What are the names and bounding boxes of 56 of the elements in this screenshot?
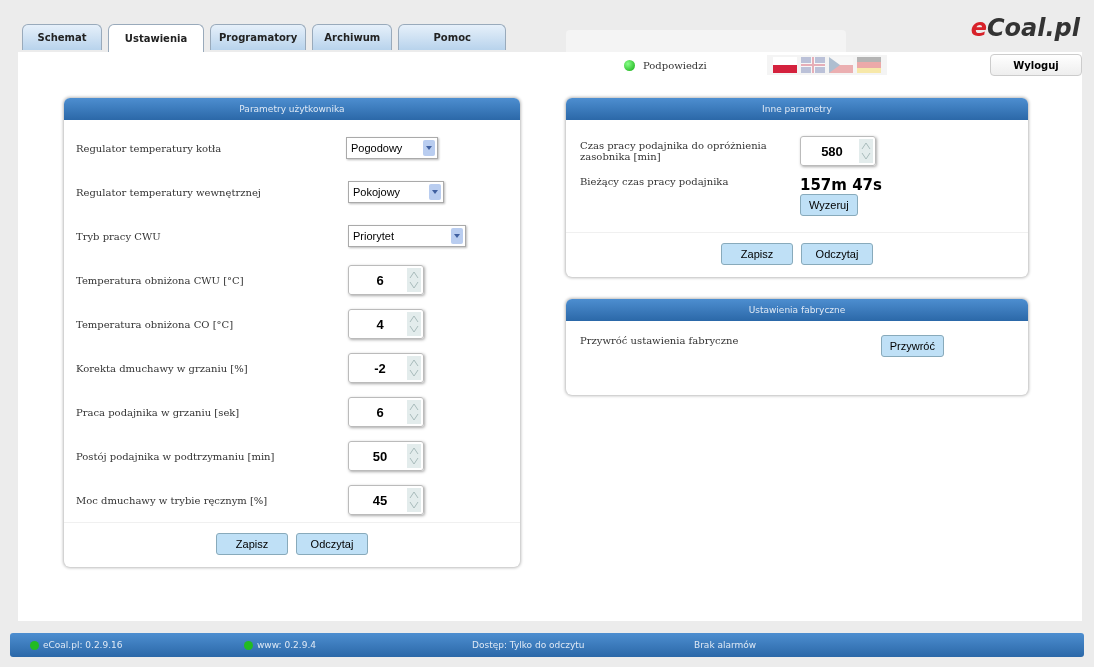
field-label: Bieżący czas pracy podajnika bbox=[580, 176, 730, 187]
number-field[interactable]: -2 bbox=[348, 353, 424, 383]
reset-button[interactable]: Wyzeruj bbox=[800, 194, 858, 216]
number-field[interactable]: 45 bbox=[348, 485, 424, 515]
number-field[interactable]: 6 bbox=[348, 397, 424, 427]
status-text: Brak alarmów bbox=[694, 640, 757, 650]
caret-icon bbox=[423, 140, 435, 156]
status-text: eCoal.pl: 0.2.9.16 bbox=[43, 640, 123, 650]
hints-label: Podpowiedzi bbox=[643, 59, 707, 71]
panel-title: Parametry użytkownika bbox=[64, 98, 520, 120]
spinner-arrows-icon bbox=[407, 268, 421, 292]
field-label: Moc dmuchawy w trybie ręcznym [%] bbox=[76, 494, 269, 506]
panel-button[interactable]: Odczytaj bbox=[296, 533, 368, 555]
status-dot-icon[interactable] bbox=[624, 59, 635, 71]
spinner-arrows-icon bbox=[407, 444, 421, 468]
spinner-arrows-icon bbox=[407, 400, 421, 424]
panel-button[interactable]: Zapisz bbox=[216, 533, 288, 555]
number-field[interactable]: 50 bbox=[348, 441, 424, 471]
spinner-arrows-icon bbox=[407, 312, 421, 336]
field-label: Praca podajnika w grzaniu [sek] bbox=[76, 406, 241, 418]
panel-title: Ustawienia fabryczne bbox=[566, 299, 1028, 321]
status-text: Dostęp: Tylko do odczytu bbox=[472, 640, 585, 650]
restore-button[interactable]: Przywróć bbox=[880, 335, 944, 357]
field-label: Tryb pracy CWU bbox=[76, 230, 162, 242]
panel-title: Inne parametry bbox=[566, 98, 1028, 120]
field-label: Przywróć ustawienia fabryczne bbox=[580, 335, 740, 346]
field-label: Regulator temperatury wewnętrznej bbox=[76, 186, 262, 198]
dropdown[interactable]: Pogodowy bbox=[346, 137, 438, 159]
logo: eCoal.pl bbox=[970, 14, 1080, 42]
tab[interactable]: Schemat bbox=[22, 24, 102, 50]
panel-button[interactable]: Zapisz bbox=[721, 243, 793, 265]
field-label: Regulator temperatury kotła bbox=[76, 142, 223, 154]
spinner-arrows-icon bbox=[407, 356, 421, 380]
logout-button[interactable]: Wyloguj bbox=[990, 54, 1082, 76]
tab[interactable]: Pomoc bbox=[398, 24, 507, 50]
spinner-arrows-icon bbox=[859, 139, 873, 163]
panel-button[interactable]: Odczytaj bbox=[801, 243, 873, 265]
number-field[interactable]: 4 bbox=[348, 309, 424, 339]
dropdown[interactable]: Priorytet bbox=[348, 225, 466, 247]
tab[interactable]: Ustawienia bbox=[108, 24, 204, 52]
field-label: Czas pracy podajnika do opróżnienia zasobnika [min] bbox=[580, 140, 768, 162]
spinner-arrows-icon bbox=[407, 488, 421, 512]
caret-icon bbox=[429, 184, 441, 200]
field-label: Temperatura obniżona CO [°C] bbox=[76, 318, 235, 330]
flag-icon[interactable] bbox=[772, 57, 797, 73]
caret-icon bbox=[451, 228, 463, 244]
field-label: Temperatura obniżona CWU [°C] bbox=[76, 274, 245, 286]
dropdown[interactable]: Pokojowy bbox=[348, 181, 444, 203]
counter-value: 157m 47s bbox=[800, 176, 882, 194]
tab[interactable]: Programatory bbox=[210, 24, 307, 50]
status-text: www: 0.2.9.4 bbox=[257, 640, 316, 650]
number-field[interactable]: 6 bbox=[348, 265, 424, 295]
tab[interactable]: Archiwum bbox=[312, 24, 393, 50]
field-label: Korekta dmuchawy w grzaniu [%] bbox=[76, 362, 249, 374]
number-field[interactable]: 580 bbox=[800, 136, 876, 166]
field-label: Postój podajnika w podtrzymaniu [min] bbox=[76, 450, 276, 462]
